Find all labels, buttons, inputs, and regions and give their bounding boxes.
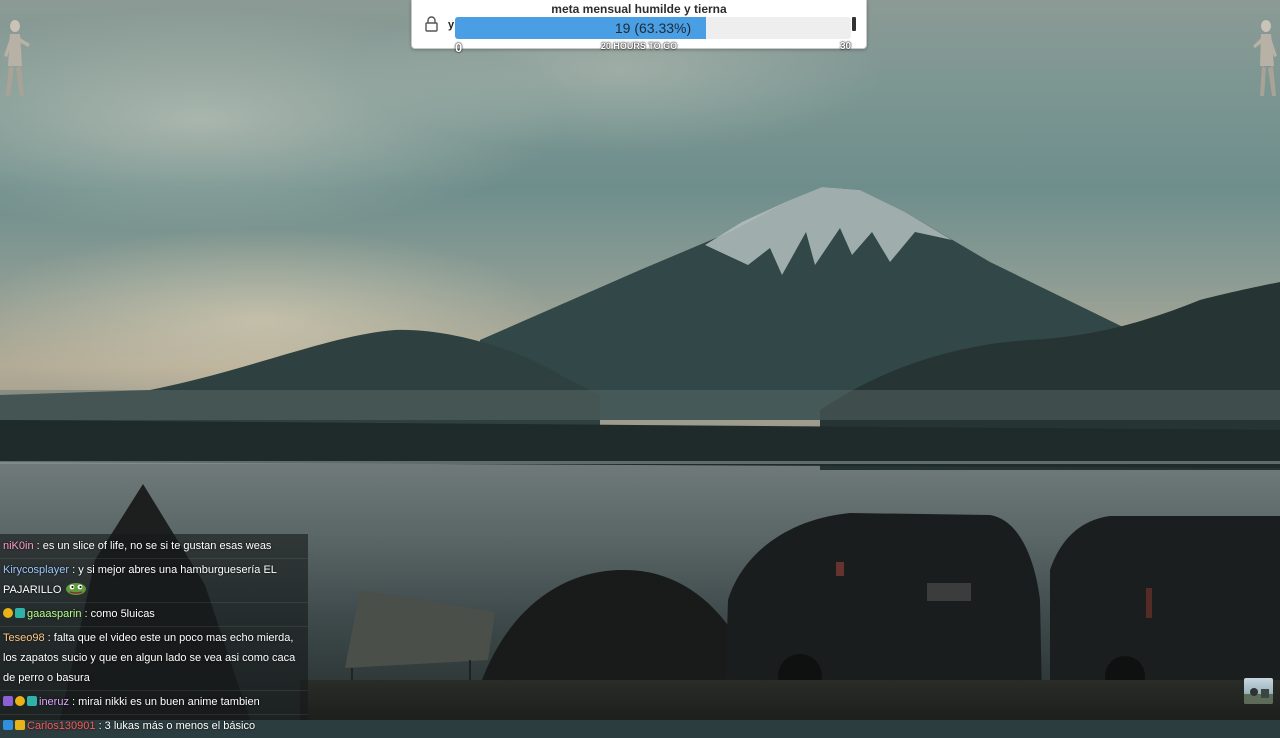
mist-band: [0, 390, 1280, 420]
goal-progress-text: 19 (63.33%): [614, 20, 692, 36]
dancing-figure-icon: [1253, 20, 1277, 96]
goal-progress-bar: 19 (63.33%): [455, 17, 851, 39]
tail-light: [836, 562, 844, 576]
tarp-shelter: [345, 590, 495, 668]
teal-badge[interactable]: [27, 696, 37, 706]
chat-username[interactable]: Carlos130901: [27, 720, 96, 732]
teal-badge[interactable]: [15, 608, 25, 618]
license-plate: [927, 583, 971, 601]
chat-panel: niK0in : es un slice of life, no se si t…: [0, 534, 308, 732]
chat-text: : es un slice of life, no se si te gusta…: [36, 540, 272, 552]
chat-username[interactable]: niK0in: [3, 540, 34, 552]
chat-message: niK0in : es un slice of life, no se si t…: [0, 534, 308, 558]
chat-username[interactable]: Teseo98: [3, 632, 45, 644]
goal-time-left: 20 HOURS TO GO: [600, 41, 678, 51]
chat-username[interactable]: gaaasparin: [27, 608, 81, 620]
webcam-thumbnail: [1244, 678, 1273, 704]
chat-message: Teseo98 : falta que el video este un poc…: [0, 626, 308, 690]
blue-badge[interactable]: [3, 720, 13, 730]
goal-title: meta mensual humilde y tierna: [551, 2, 727, 16]
shore-highlight: [0, 461, 1280, 464]
chat-text: : 3 lukas más o menos el básico: [98, 720, 256, 732]
chat-text: : falta que el video este un poco mas ec…: [3, 632, 296, 684]
chat-text: : como 5luicas: [84, 608, 155, 620]
chat-text: : mirai nikki es un buen anime tambien: [72, 696, 260, 708]
chat-message: Carlos130901 : 3 lukas más o menos el bá…: [0, 714, 308, 738]
chat-username[interactable]: ineruz: [39, 696, 69, 708]
goal-end-marker: [852, 17, 856, 31]
chat-message: gaaasparin : como 5luicas: [0, 602, 308, 626]
chat-username[interactable]: Kirycosplayer: [3, 564, 69, 576]
crown-badge[interactable]: [15, 720, 25, 730]
suv-car: [725, 513, 1042, 705]
lock-icon[interactable]: [425, 16, 438, 32]
chat-message: Kirycosplayer : y si mejor abres una ham…: [0, 558, 308, 602]
gold-badge[interactable]: [15, 696, 25, 706]
van: [1050, 516, 1280, 700]
campsite-ground: [300, 680, 1280, 720]
goal-widget: meta mensual humilde y tierna y 19 (63.3…: [411, 0, 867, 55]
gold-badge[interactable]: [3, 608, 13, 618]
pepe-frog-emote: [65, 583, 86, 595]
van-light: [1146, 588, 1152, 618]
goal-max-label: 30: [840, 41, 852, 52]
purple-badge[interactable]: [3, 696, 13, 706]
chat-message: ineruz : mirai nikki es un buen anime ta…: [0, 690, 308, 714]
goal-left-mark: y: [448, 19, 455, 31]
dancing-figure-icon: [4, 20, 30, 96]
